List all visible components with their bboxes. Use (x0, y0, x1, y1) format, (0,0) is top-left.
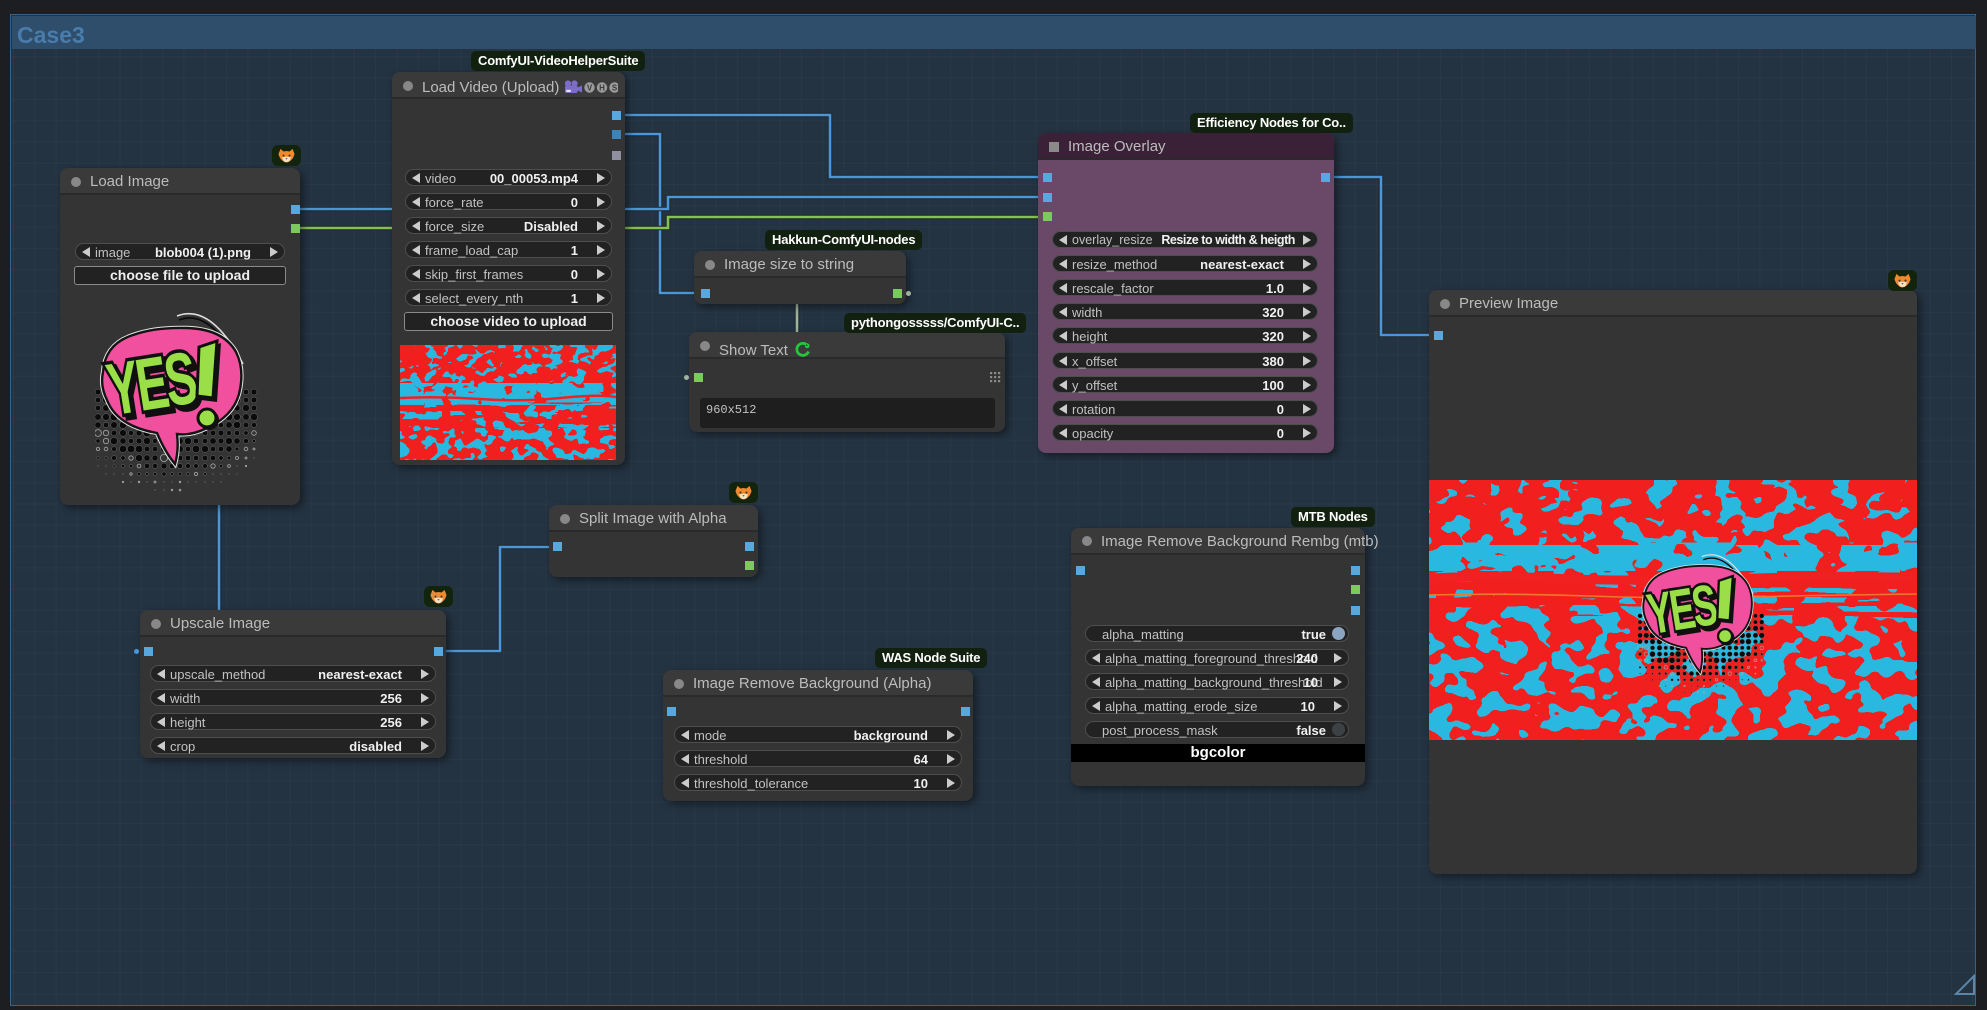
svg-text:V: V (587, 83, 593, 92)
svg-text:YES: YES (102, 337, 202, 432)
svg-text:H: H (599, 83, 605, 92)
svg-text:S: S (612, 83, 618, 92)
